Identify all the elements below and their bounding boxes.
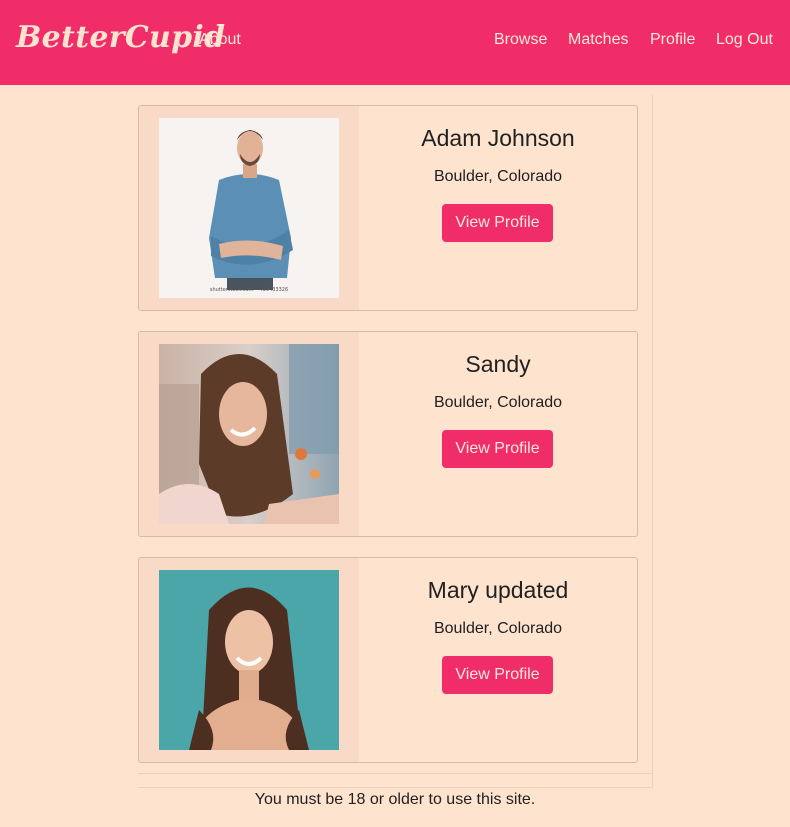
profile-location: Boulder, Colorado [433, 394, 563, 411]
profile-name: Sandy [465, 351, 531, 377]
nav-profile[interactable]: Profile [650, 31, 695, 49]
profile-card-body: Sandy Boulder, Colorado View Profile [359, 332, 637, 536]
view-profile-button[interactable]: View Profile [442, 204, 553, 242]
profile-card: Sandy Boulder, Colorado View Profile [138, 331, 638, 537]
profile-list: shutterstock.com • 439433326 Adam Johnso… [138, 95, 653, 788]
profile-photo: shutterstock.com • 439433326 [159, 118, 339, 298]
profile-photo-panel [139, 558, 359, 762]
profile-name: Mary updated [427, 577, 569, 603]
profile-photo-panel [139, 332, 359, 536]
profile-name: Adam Johnson [421, 125, 575, 151]
brand-logo[interactable]: BetterCupid [16, 20, 225, 55]
age-notice: You must be 18 or older to use this site… [254, 791, 536, 808]
profile-photo-panel: shutterstock.com • 439433326 [139, 106, 359, 310]
view-profile-button[interactable]: View Profile [442, 656, 553, 694]
photo-watermark-caption: shutterstock.com • 439433326 [209, 287, 289, 293]
profile-card: shutterstock.com • 439433326 Adam Johnso… [138, 105, 638, 311]
profile-card-body: Mary updated Boulder, Colorado View Prof… [359, 558, 637, 762]
top-navbar: BetterCupid About Browse Matches Profile… [0, 0, 790, 85]
view-profile-button[interactable]: View Profile [442, 430, 553, 468]
nav-about[interactable]: About [199, 31, 241, 49]
profile-photo [159, 570, 339, 750]
profile-photo [159, 344, 339, 524]
profile-card: Mary updated Boulder, Colorado View Prof… [138, 557, 638, 763]
nav-matches[interactable]: Matches [568, 31, 628, 49]
profile-location: Boulder, Colorado [433, 620, 563, 637]
profile-card-body: Adam Johnson Boulder, Colorado View Prof… [359, 106, 637, 310]
nav-browse[interactable]: Browse [494, 31, 547, 49]
nav-logout[interactable]: Log Out [716, 31, 773, 49]
profile-location: Boulder, Colorado [433, 168, 563, 185]
